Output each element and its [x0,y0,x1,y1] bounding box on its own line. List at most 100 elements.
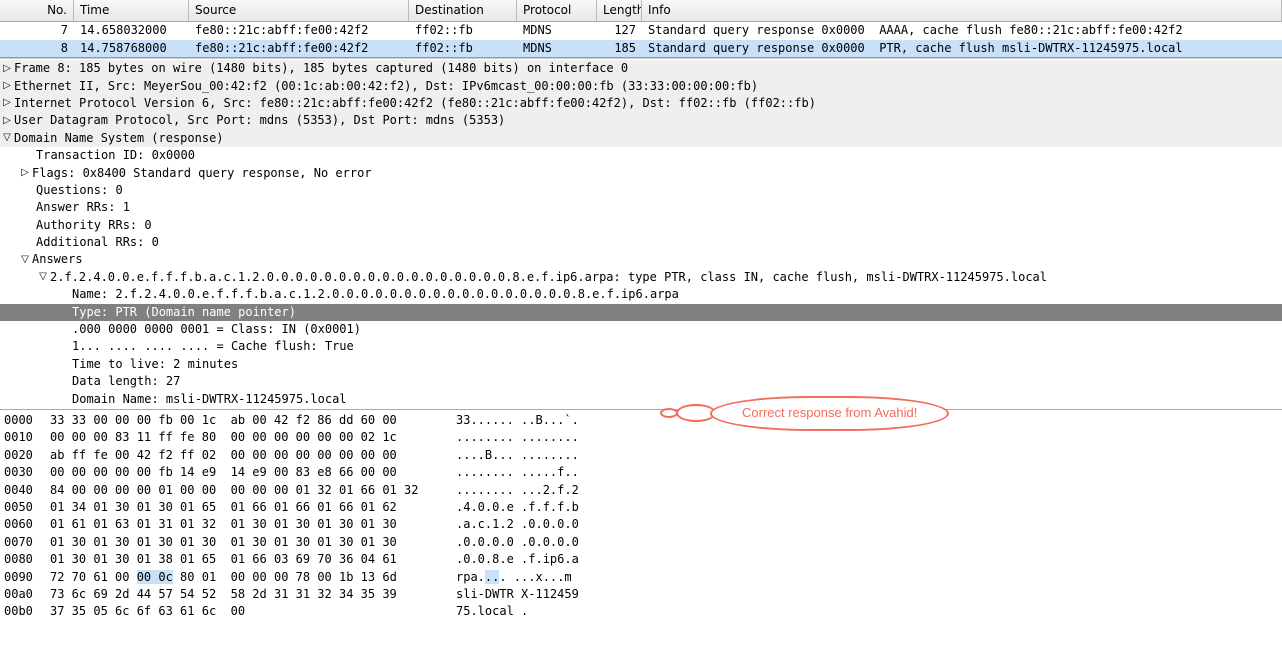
hex-row[interactable]: 004084 00 00 00 00 01 00 00 00 00 00 01 … [0,482,1282,499]
tree-item-ethernet[interactable]: ▷Ethernet II, Src: MeyerSou_00:42:f2 (00… [0,78,1282,95]
hex-bytes: 01 30 01 30 01 38 01 65 01 66 03 69 70 3… [50,551,456,568]
packet-row[interactable]: 7 14.658032000 fe80::21c:abff:fe00:42f2 … [0,22,1282,39]
cell-len: 185 [597,40,642,57]
hex-row[interactable]: 006001 61 01 63 01 31 01 32 01 30 01 30 … [0,516,1282,533]
col-header-protocol[interactable]: Protocol [517,0,597,21]
tree-item-answerrrs[interactable]: Answer RRs: 1 [0,199,1282,216]
tree-item-frame[interactable]: ▷Frame 8: 185 bytes on wire (1480 bits),… [0,60,1282,77]
hex-row[interactable]: 00a073 6c 69 2d 44 57 54 52 58 2d 31 31 … [0,586,1282,603]
cell-dst: ff02::fb [409,40,517,57]
col-header-time[interactable]: Time [74,0,189,21]
packet-details-pane: ▷Frame 8: 185 bytes on wire (1480 bits),… [0,58,1282,409]
hex-bytes: 37 35 05 6c 6f 63 61 6c 00 [50,603,456,620]
tree-item-ttl[interactable]: Time to live: 2 minutes [0,356,1282,373]
hex-bytes: 33 33 00 00 00 fb 00 1c ab 00 42 f2 86 d… [50,412,456,429]
tree-item-flags[interactable]: ▷Flags: 0x8400 Standard query response, … [0,165,1282,182]
collapse-icon[interactable]: ▽ [0,131,14,146]
hex-offset: 0020 [4,447,50,464]
cell-src: fe80::21c:abff:fe00:42f2 [189,40,409,57]
label: Data length: 27 [72,373,180,390]
hex-bytes: 01 61 01 63 01 31 01 32 01 30 01 30 01 3… [50,516,456,533]
hex-ascii: ....B... ........ [456,447,579,464]
label: Authority RRs: 0 [36,217,152,234]
label: Answers [32,251,83,268]
hex-bytes: 01 34 01 30 01 30 01 65 01 66 01 66 01 6… [50,499,456,516]
col-header-dest[interactable]: Destination [409,0,517,21]
hex-row[interactable]: 009072 70 61 00 00 0c 80 01 00 00 00 78 … [0,569,1282,586]
hex-row[interactable]: 005001 34 01 30 01 30 01 65 01 66 01 66 … [0,499,1282,516]
tree-item-cacheflush[interactable]: 1... .... .... .... = Cache flush: True [0,338,1282,355]
label: Ethernet II, Src: MeyerSou_00:42:f2 (00:… [14,78,758,95]
hex-offset: 00b0 [4,603,50,620]
tree-item-questions[interactable]: Questions: 0 [0,182,1282,199]
expand-icon[interactable]: ▷ [0,114,14,129]
expand-icon[interactable]: ▷ [0,96,14,111]
hex-bytes-pane: Correct response from Avahid! 000033 33 … [0,409,1282,623]
cell-len: 127 [597,22,642,39]
hex-ascii: .4.0.0.e .f.f.f.b [456,499,579,516]
hex-bytes: 73 6c 69 2d 44 57 54 52 58 2d 31 31 32 3… [50,586,456,603]
hex-offset: 0040 [4,482,50,499]
hex-bytes: 72 70 61 00 00 0c 80 01 00 00 00 78 00 1… [50,569,456,586]
hex-offset: 0060 [4,516,50,533]
hex-row[interactable]: 00b037 35 05 6c 6f 63 61 6c 0075.local . [0,603,1282,620]
hex-ascii: ........ ........ [456,429,579,446]
tree-item-ipv6[interactable]: ▷Internet Protocol Version 6, Src: fe80:… [0,95,1282,112]
label: 1... .... .... .... = Cache flush: True [72,338,354,355]
hex-row[interactable]: 007001 30 01 30 01 30 01 30 01 30 01 30 … [0,534,1282,551]
hex-offset: 0090 [4,569,50,586]
tree-item-type-selected[interactable]: Type: PTR (Domain name pointer) [0,304,1282,321]
col-header-no[interactable]: No. [0,0,74,21]
col-header-length[interactable]: Length [597,0,642,21]
cell-time: 14.758768000 [74,40,189,57]
hex-row[interactable]: 008001 30 01 30 01 38 01 65 01 66 03 69 … [0,551,1282,568]
cell-no: 8 [0,40,74,57]
collapse-icon[interactable]: ▽ [18,253,32,268]
cell-proto: MDNS [517,22,597,39]
label: Frame 8: 185 bytes on wire (1480 bits), … [14,60,628,77]
tree-item-dns[interactable]: ▽Domain Name System (response) [0,130,1282,147]
hex-ascii: rpa.... ...x...m [456,569,572,586]
expand-icon[interactable]: ▷ [0,79,14,94]
col-header-info[interactable]: Info [642,0,1282,21]
label: Domain Name System (response) [14,130,224,147]
collapse-icon[interactable]: ▽ [36,270,50,285]
tree-item-udp[interactable]: ▷User Datagram Protocol, Src Port: mdns … [0,112,1282,129]
label: Transaction ID: 0x0000 [36,147,195,164]
hex-row[interactable]: 0020ab ff fe 00 42 f2 ff 02 00 00 00 00 … [0,447,1282,464]
hex-offset: 00a0 [4,586,50,603]
hex-bytes: ab ff fe 00 42 f2 ff 02 00 00 00 00 00 0… [50,447,456,464]
cell-dst: ff02::fb [409,22,517,39]
hex-row[interactable]: 003000 00 00 00 00 fb 14 e9 14 e9 00 83 … [0,464,1282,481]
tree-item-authrrs[interactable]: Authority RRs: 0 [0,217,1282,234]
cell-src: fe80::21c:abff:fe00:42f2 [189,22,409,39]
cell-time: 14.658032000 [74,22,189,39]
tree-item-txid[interactable]: Transaction ID: 0x0000 [0,147,1282,164]
hex-row[interactable]: 000033 33 00 00 00 fb 00 1c ab 00 42 f2 … [0,412,1282,429]
col-header-source[interactable]: Source [189,0,409,21]
tree-item-addrrs[interactable]: Additional RRs: 0 [0,234,1282,251]
packet-list-header: No. Time Source Destination Protocol Len… [0,0,1282,22]
hex-ascii: 33...... ..B...`. [456,412,579,429]
tree-item-datalen[interactable]: Data length: 27 [0,373,1282,390]
packet-row[interactable]: 8 14.758768000 fe80::21c:abff:fe00:42f2 … [0,40,1282,57]
label: Type: PTR (Domain name pointer) [72,304,296,321]
tree-item-answer-ptr[interactable]: ▽2.f.2.4.0.0.e.f.f.f.b.a.c.1.2.0.0.0.0.0… [0,269,1282,286]
cell-info: Standard query response 0x0000 AAAA, cac… [642,22,1282,39]
tree-item-name[interactable]: Name: 2.f.2.4.0.0.e.f.f.f.b.a.c.1.2.0.0.… [0,286,1282,303]
hex-row[interactable]: 001000 00 00 83 11 ff fe 80 00 00 00 00 … [0,429,1282,446]
label: Flags: 0x8400 Standard query response, N… [32,165,372,182]
tree-item-class[interactable]: .000 0000 0000 0001 = Class: IN (0x0001) [0,321,1282,338]
hex-ascii: ........ ...2.f.2 [456,482,579,499]
cell-info: Standard query response 0x0000 PTR, cach… [642,40,1282,57]
label: Internet Protocol Version 6, Src: fe80::… [14,95,816,112]
hex-offset: 0050 [4,499,50,516]
hex-offset: 0030 [4,464,50,481]
label: Answer RRs: 1 [36,199,130,216]
hex-ascii: .0.0.8.e .f.ip6.a [456,551,579,568]
expand-icon[interactable]: ▷ [0,62,14,77]
tree-item-domainname[interactable]: Domain Name: msli-DWTRX-11245975.local [0,391,1282,408]
tree-item-answers[interactable]: ▽Answers [0,251,1282,268]
hex-bytes: 00 00 00 83 11 ff fe 80 00 00 00 00 00 0… [50,429,456,446]
expand-icon[interactable]: ▷ [18,166,32,181]
